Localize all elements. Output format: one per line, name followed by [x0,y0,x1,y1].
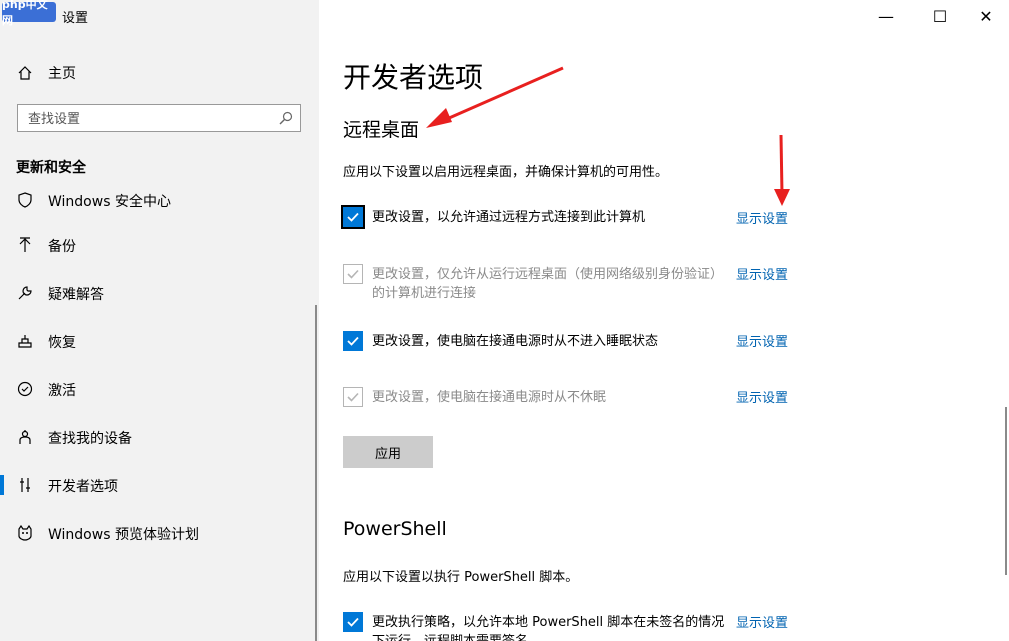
sidebar-item-home[interactable]: 主页 [0,56,319,90]
sidebar-item-recovery[interactable]: 恢复 [0,321,316,361]
checkbox-powershell-policy[interactable] [343,612,363,632]
watermark-logo: php中文网 [2,0,56,27]
sidebar-item-developer[interactable]: 开发者选项 [0,465,316,505]
sidebar-item-label: Windows 预览体验计划 [48,527,199,543]
active-indicator [0,475,4,495]
checkbox-no-sleep[interactable] [343,331,363,351]
sidebar-item-find-device[interactable]: 查找我的设备 [0,417,316,457]
option-label: 更改设置，使电脑在接通电源时从不进入睡眠状态 [372,334,659,349]
check-circle-icon [16,380,34,398]
maximize-button[interactable]: ☐ [917,0,963,32]
powershell-description: 应用以下设置以执行 PowerShell 脚本。 [343,570,579,585]
sidebar-item-label: 恢复 [48,335,76,351]
sidebar-item-label: Windows 安全中心 [48,194,171,210]
option-allow-remote: 更改设置，以允许通过远程方式连接到此计算机 [341,205,803,231]
show-settings-link[interactable]: 显示设置 [736,331,788,350]
section-title-powershell: PowerShell [343,518,447,540]
option-no-hibernate: 更改设置，使电脑在接通电源时从不休眠 [343,387,803,411]
show-settings-link[interactable]: 显示设置 [736,387,788,406]
app-title: 设置 [62,11,89,26]
option-powershell-policy: 更改执行策略，以允许本地 PowerShell 脚本在未签名的情况下运行。远程脚… [343,612,803,641]
home-icon [16,64,34,82]
page-title: 开发者选项 [343,61,484,94]
section-title-remote-desktop: 远程桌面 [343,119,420,141]
show-settings-link[interactable]: 显示设置 [736,612,788,631]
main-scrollbar[interactable] [1005,407,1007,575]
search-icon[interactable] [278,110,294,126]
option-no-sleep: 更改设置，使电脑在接通电源时从不进入睡眠状态 [343,331,803,355]
show-settings-link[interactable]: 显示设置 [736,264,788,283]
main-content: — ☐ ✕ 开发者选项 远程桌面 应用以下设置以启用远程桌面，并确保计算机的可用… [319,0,1009,641]
checkmark-icon [347,336,359,346]
sidebar-item-label: 疑难解答 [48,287,104,303]
sidebar-item-activation[interactable]: 激活 [0,369,316,409]
apply-button[interactable]: 应用 [343,436,433,468]
option-nla-only: 更改设置，仅允许从运行远程桌面（使用网络级别身份验证）的计算机进行连接 [343,264,803,304]
close-button[interactable]: ✕ [963,0,1009,32]
checkmark-icon [347,269,359,279]
insider-cat-icon [16,524,34,542]
option-label: 更改设置，使电脑在接通电源时从不休眠 [372,390,607,405]
shield-icon [16,191,34,209]
sidebar-item-label: 查找我的设备 [48,431,132,447]
sidebar-item-insider[interactable]: Windows 预览体验计划 [0,513,316,553]
sidebar-item-label: 备份 [48,239,76,255]
sidebar-item-label: 开发者选项 [48,479,118,495]
sidebar-item-troubleshoot[interactable]: 疑难解答 [0,273,316,313]
sidebar-scrollbar[interactable] [315,305,317,641]
minimize-button[interactable]: — [863,0,909,32]
checkbox-nla-only[interactable] [343,264,363,284]
remote-desktop-description: 应用以下设置以启用远程桌面，并确保计算机的可用性。 [343,165,669,180]
person-location-icon [16,428,34,446]
checkmark-icon [347,617,359,627]
checkbox-allow-remote[interactable] [341,205,365,229]
sidebar-item-label: 主页 [48,66,76,82]
checkbox-no-hibernate[interactable] [343,387,363,407]
checkmark-icon [347,392,359,402]
show-settings-link[interactable]: 显示设置 [736,208,788,227]
backup-arrow-icon [16,236,34,254]
sidebar-item-backup[interactable]: 备份 [0,225,316,265]
section-heading: 更新和安全 [16,160,86,176]
developer-sliders-icon [16,476,34,494]
option-label: 更改执行策略，以允许本地 PowerShell 脚本在未签名的情况下运行。远程脚… [372,615,725,641]
sidebar-item-security[interactable]: Windows 安全中心 [0,180,316,220]
search-box[interactable] [17,104,301,132]
sidebar: php中文网 设置 主页 更新和安全 Windows 安全中心 备份 疑难解答 … [0,0,319,641]
recovery-icon [16,332,34,350]
wrench-icon [16,284,34,302]
option-label: 更改设置，仅允许从运行远程桌面（使用网络级别身份验证）的计算机进行连接 [372,267,724,301]
sidebar-item-label: 激活 [48,383,76,399]
search-input[interactable] [26,109,270,129]
option-label: 更改设置，以允许通过远程方式连接到此计算机 [372,210,646,225]
checkmark-icon [347,212,359,222]
